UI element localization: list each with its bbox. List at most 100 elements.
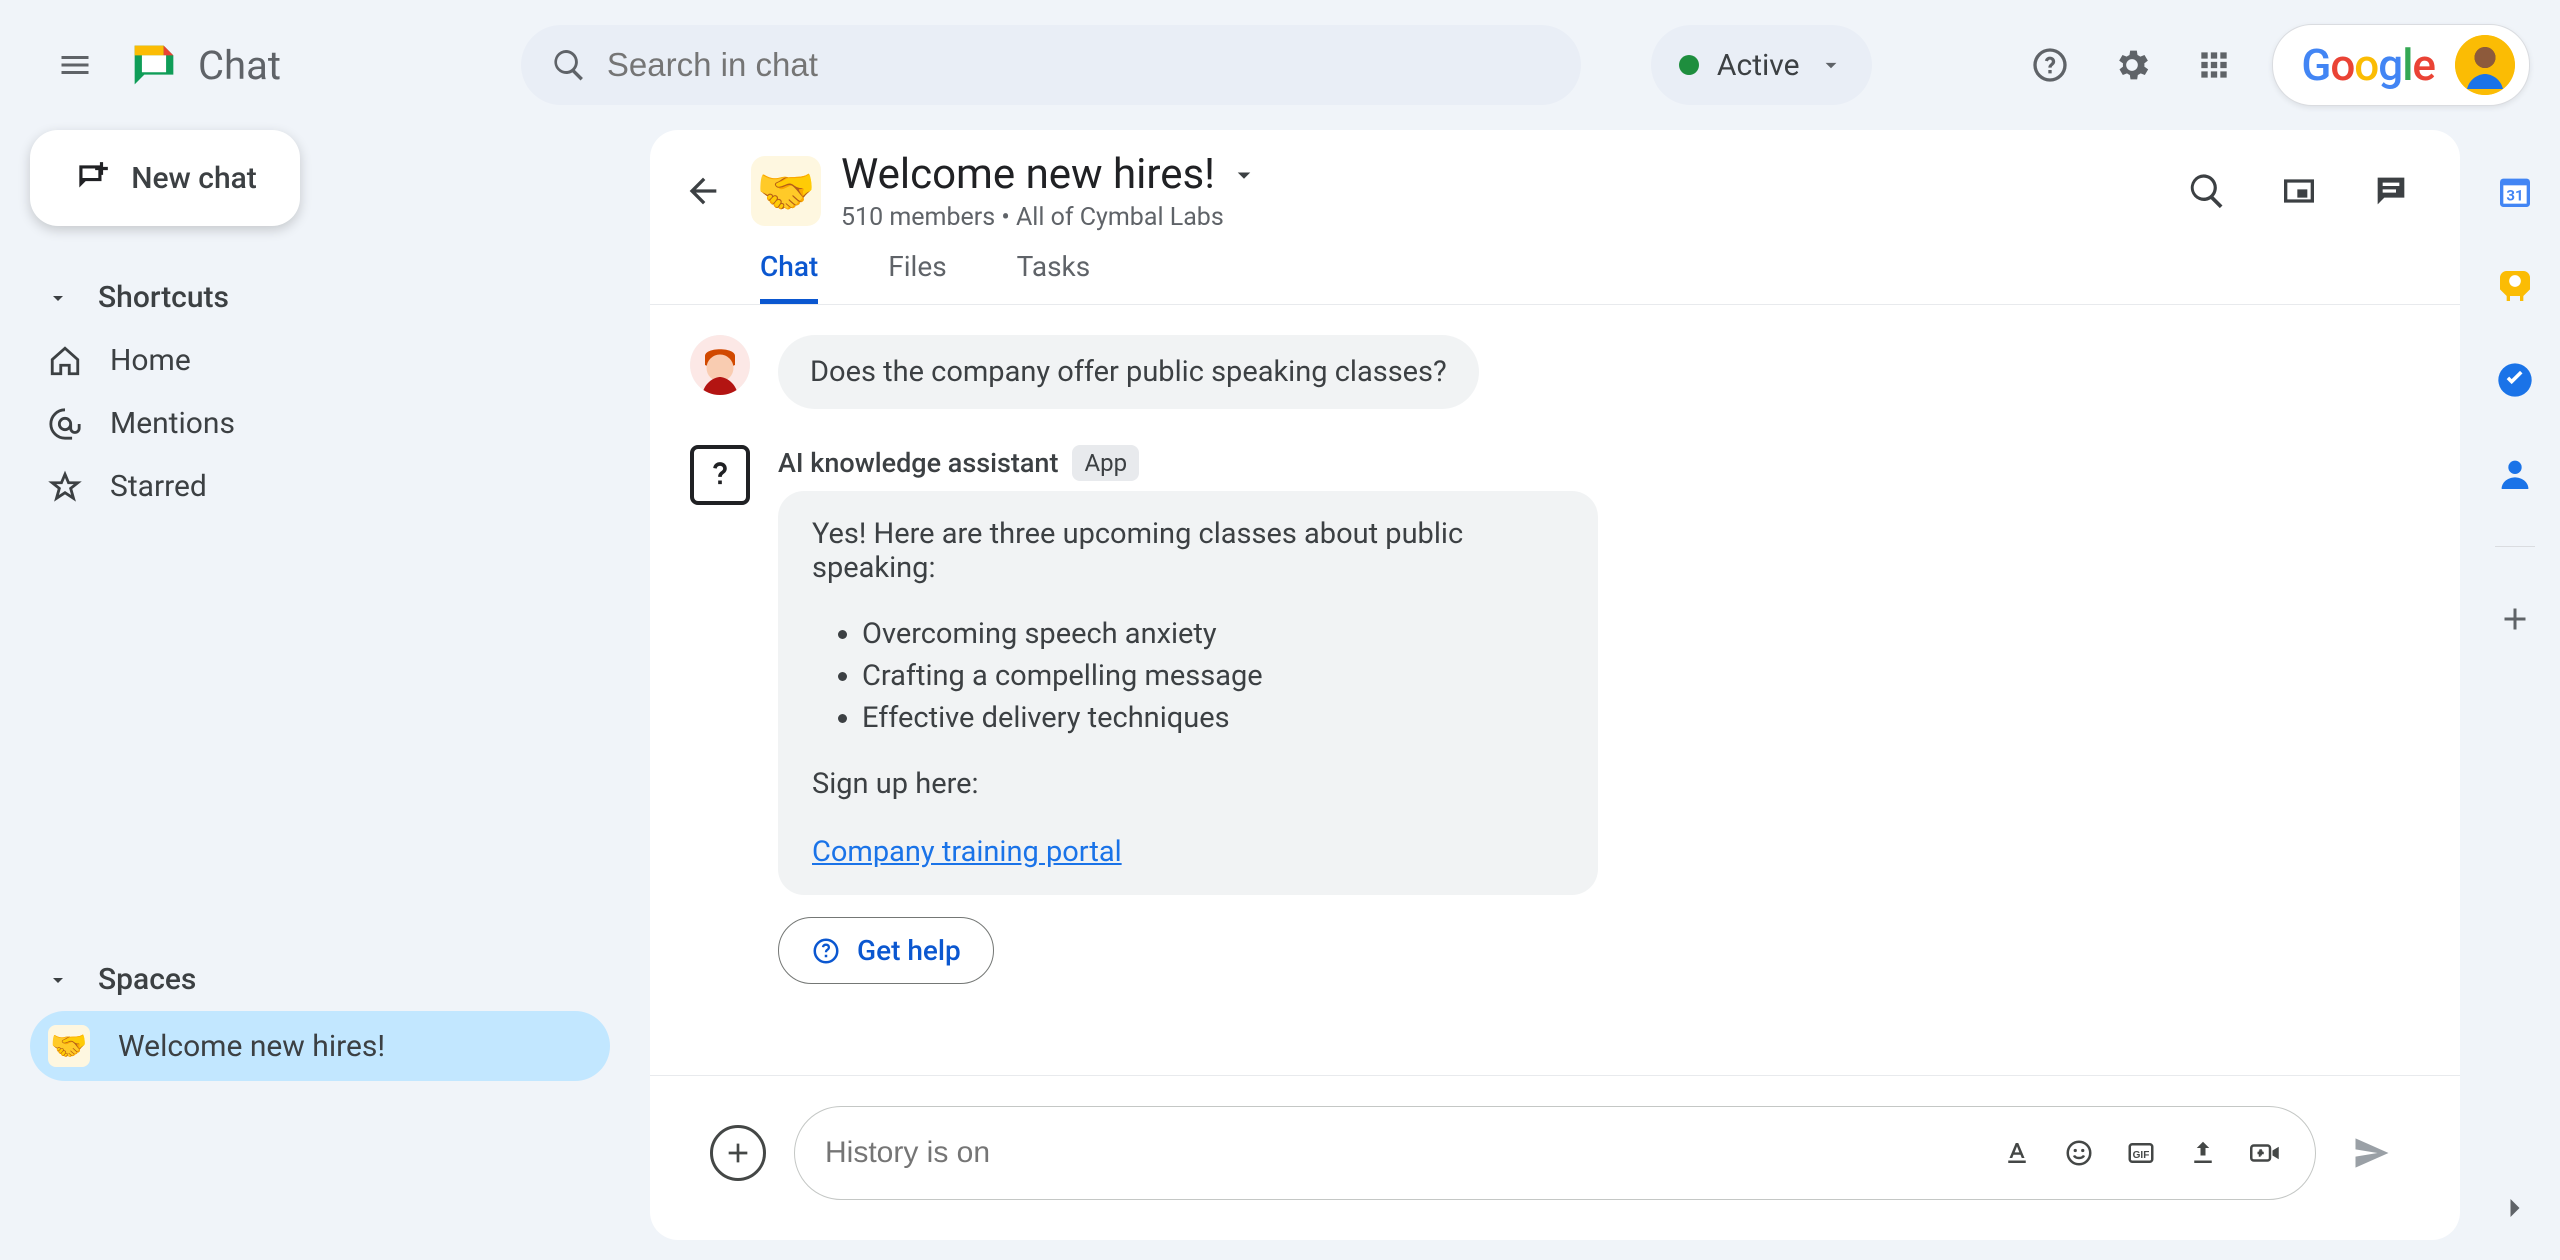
list-item: Effective delivery techniques — [862, 701, 1564, 735]
gif-icon: GIF — [2126, 1138, 2156, 1168]
video-button[interactable] — [2245, 1133, 2285, 1173]
help-button[interactable] — [2026, 41, 2074, 89]
tab-chat[interactable]: Chat — [760, 250, 818, 304]
text-format-icon — [2002, 1138, 2032, 1168]
gif-button[interactable]: GIF — [2121, 1133, 2161, 1173]
app-logo[interactable]: Chat — [125, 36, 281, 94]
bot-intro-text: Yes! Here are three upcoming classes abo… — [812, 517, 1564, 585]
help-icon — [2030, 45, 2070, 85]
upload-button[interactable] — [2183, 1133, 2223, 1173]
avatar-icon — [2455, 35, 2515, 95]
sidebar-item-label: Mentions — [110, 406, 235, 441]
rail-tasks[interactable] — [2493, 358, 2537, 402]
tasks-icon — [2495, 360, 2535, 400]
avatar-icon — [690, 335, 750, 395]
upload-icon — [2188, 1138, 2218, 1168]
main-content: 🤝 Welcome new hires! 510 members • All o… — [650, 130, 2460, 1240]
main-menu-button[interactable] — [45, 35, 105, 95]
chevron-right-icon — [2497, 1190, 2533, 1226]
apps-button[interactable] — [2190, 41, 2238, 89]
google-account-box[interactable]: Google — [2272, 24, 2530, 106]
list-item: Overcoming speech anxiety — [862, 617, 1564, 651]
list-item: Crafting a compelling message — [862, 659, 1564, 693]
pip-button[interactable] — [2275, 167, 2323, 215]
composer-input[interactable] — [825, 1136, 1975, 1170]
emoji-icon — [2064, 1138, 2094, 1168]
rail-collapse[interactable] — [2493, 1186, 2537, 1230]
get-help-button[interactable]: Get help — [778, 917, 994, 984]
sidebar-item-starred[interactable]: Starred — [30, 455, 610, 518]
chat-lines-icon — [2371, 171, 2411, 211]
rail-contacts[interactable] — [2493, 452, 2537, 496]
chevron-down-icon — [1818, 52, 1844, 78]
bot-message-bubble: Yes! Here are three upcoming classes abo… — [778, 491, 1598, 895]
space-title-button[interactable]: Welcome new hires! — [841, 150, 1259, 199]
topbar-actions: Google — [2026, 24, 2530, 106]
bot-avatar — [690, 445, 750, 505]
search-input[interactable] — [607, 46, 1551, 84]
search-bar[interactable] — [521, 25, 1581, 105]
bot-signup-text: Sign up here: — [812, 767, 1564, 801]
sidebar-item-space[interactable]: 🤝 Welcome new hires! — [30, 1011, 610, 1081]
bot-bullet-list: Overcoming speech anxiety Crafting a com… — [812, 585, 1564, 767]
sidebar-item-mentions[interactable]: Mentions — [30, 392, 610, 455]
google-wordmark: Google — [2301, 39, 2435, 91]
shortcuts-header[interactable]: Shortcuts — [30, 266, 610, 329]
get-help-label: Get help — [857, 934, 961, 967]
new-chat-button[interactable]: New chat — [30, 130, 300, 226]
mention-icon — [48, 407, 82, 441]
format-button[interactable] — [1997, 1133, 2037, 1173]
tab-tasks[interactable]: Tasks — [1017, 250, 1091, 304]
space-header: 🤝 Welcome new hires! 510 members • All o… — [650, 130, 2460, 232]
right-rail: 31 — [2470, 130, 2560, 1260]
rail-calendar[interactable]: 31 — [2493, 170, 2537, 214]
apps-grid-icon — [2195, 46, 2233, 84]
sidebar: New chat Shortcuts Home Mentions Starred… — [0, 130, 650, 1260]
sidebar-item-home[interactable]: Home — [30, 329, 610, 392]
status-chip[interactable]: Active — [1651, 25, 1872, 105]
tab-files[interactable]: Files — [888, 250, 946, 304]
chat-logo-icon — [125, 36, 183, 94]
attach-button[interactable] — [710, 1125, 766, 1181]
user-avatar[interactable] — [2455, 35, 2515, 95]
topbar: Chat Active Google — [0, 0, 2560, 130]
search-in-space-button[interactable] — [2183, 167, 2231, 215]
spaces-header[interactable]: Spaces — [30, 948, 610, 1011]
rail-keep[interactable] — [2493, 264, 2537, 308]
arrow-left-icon — [683, 171, 723, 211]
send-button[interactable] — [2344, 1125, 2400, 1181]
caret-down-icon — [46, 968, 70, 992]
svg-text:31: 31 — [2506, 186, 2523, 204]
gear-icon — [2112, 45, 2152, 85]
send-icon — [2350, 1131, 2394, 1175]
composer[interactable]: GIF — [794, 1106, 2316, 1200]
chevron-down-icon — [1229, 160, 1259, 190]
thread-panel-button[interactable] — [2367, 167, 2415, 215]
video-add-icon — [2248, 1138, 2282, 1168]
rail-add[interactable] — [2493, 597, 2537, 641]
back-button[interactable] — [675, 163, 731, 219]
status-label: Active — [1717, 48, 1800, 83]
spaces-label: Spaces — [98, 962, 196, 997]
star-icon — [48, 470, 82, 504]
messages-area: Does the company offer public speaking c… — [650, 305, 2460, 1075]
training-portal-link[interactable]: Company training portal — [812, 835, 1122, 869]
app-badge: App — [1072, 445, 1139, 481]
user-message-bubble: Does the company offer public speaking c… — [778, 335, 1479, 409]
plus-icon — [722, 1137, 754, 1169]
sidebar-item-label: Home — [110, 343, 191, 378]
composer-area: GIF — [650, 1075, 2460, 1240]
settings-button[interactable] — [2108, 41, 2156, 89]
home-icon — [48, 344, 82, 378]
search-icon — [551, 47, 587, 83]
space-tabs: Chat Files Tasks — [650, 232, 2460, 305]
message-row-user: Does the company offer public speaking c… — [690, 335, 2420, 409]
bot-sender-line: AI knowledge assistant App — [778, 445, 1598, 481]
menu-icon — [57, 47, 93, 83]
person-icon — [2495, 454, 2535, 494]
bot-sender-name: AI knowledge assistant — [778, 447, 1058, 479]
emoji-button[interactable] — [2059, 1133, 2099, 1173]
shortcuts-label: Shortcuts — [98, 280, 229, 315]
space-subtitle: 510 members • All of Cymbal Labs — [841, 203, 1259, 232]
new-chat-label: New chat — [131, 161, 257, 196]
